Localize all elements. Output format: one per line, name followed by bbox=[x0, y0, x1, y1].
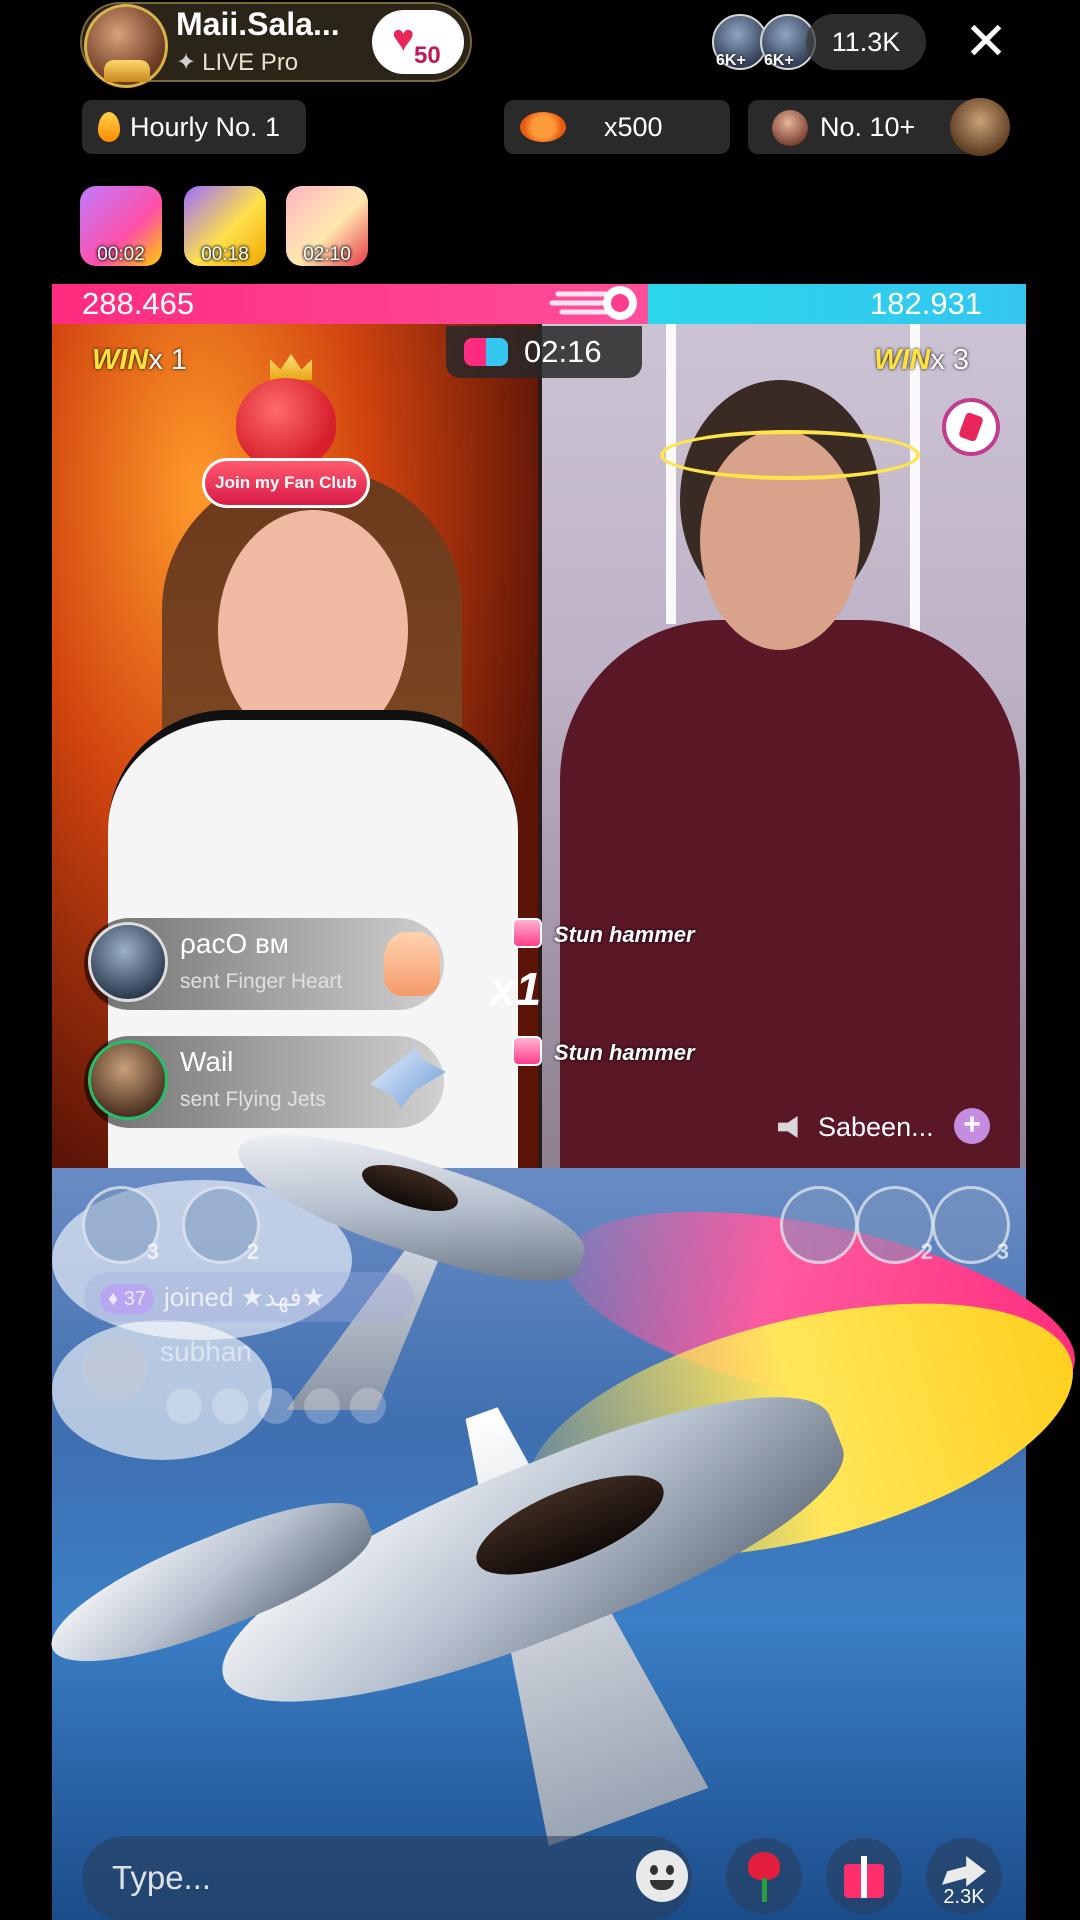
top-gifter-avatar[interactable]: 3 bbox=[82, 1186, 160, 1264]
close-button[interactable]: ✕ bbox=[958, 14, 1014, 70]
emoji-icon[interactable] bbox=[636, 1850, 688, 1902]
gifter-rank: 3 bbox=[996, 1239, 1009, 1264]
join-notification: ♦ 37 joined ★فهد★ bbox=[84, 1272, 414, 1322]
flying-jets-gift-icon bbox=[370, 1048, 446, 1108]
gifter-rank: 2 bbox=[920, 1239, 933, 1264]
gift-box-icon[interactable] bbox=[826, 1838, 902, 1914]
gifter-name: ρacO вм bbox=[180, 928, 289, 959]
fan-level: 50 bbox=[414, 42, 441, 69]
gifter-avatar[interactable] bbox=[88, 1040, 168, 1120]
gift-description: sent Flying Jets bbox=[180, 1088, 326, 1111]
top-gifter-avatar[interactable]: 3 bbox=[932, 1186, 1010, 1264]
dizzy-halo-effect bbox=[660, 430, 920, 480]
commenter-avatar[interactable] bbox=[82, 1336, 148, 1402]
treasure-box[interactable]: 00:18 bbox=[184, 186, 266, 266]
viewer-badge: 6K+ bbox=[764, 52, 794, 69]
commenter-name: subhan bbox=[160, 1336, 252, 1367]
quick-emoji[interactable] bbox=[166, 1388, 202, 1424]
multiplier-chip[interactable]: x500 bbox=[504, 100, 730, 154]
left-win-streak: WINx 1 bbox=[92, 344, 187, 377]
comment-input[interactable]: Type... bbox=[82, 1836, 692, 1920]
joined-text: joined ★فهد★ bbox=[164, 1282, 326, 1312]
quick-emoji[interactable] bbox=[304, 1388, 340, 1424]
viewer-count[interactable]: 11.3K bbox=[806, 14, 926, 70]
diamond-icon: ♦ bbox=[108, 1288, 124, 1311]
gift-notification: Wail sent Flying Jets bbox=[84, 1036, 446, 1128]
stun-hammer-label: Stun hammer bbox=[512, 918, 695, 948]
left-score: 288.465 bbox=[82, 286, 195, 321]
host-frame-wings-icon bbox=[104, 60, 150, 82]
gifter-avatar[interactable] bbox=[88, 922, 168, 1002]
right-score: 182.931 bbox=[870, 286, 983, 321]
user-level: 37 bbox=[123, 1288, 147, 1311]
rank-avatar bbox=[772, 110, 808, 146]
ranking-label: No. 10+ bbox=[820, 112, 916, 142]
top-gifter-avatar[interactable]: 2 bbox=[182, 1186, 260, 1264]
stun-hammer-text: Stun hammer bbox=[554, 1040, 695, 1065]
quick-emoji[interactable] bbox=[258, 1388, 294, 1424]
treasure-timer: 02:10 bbox=[303, 244, 351, 265]
stun-hammer-label: Stun hammer bbox=[512, 1036, 695, 1066]
host-subtitle-label: LIVE Pro bbox=[202, 49, 299, 76]
flame-icon bbox=[98, 112, 120, 142]
heart-icon: ♥ bbox=[392, 18, 415, 60]
join-fan-club-button[interactable]: Join my Fan Club bbox=[202, 458, 370, 508]
gifter-name: Wail bbox=[180, 1046, 234, 1077]
share-count: 2.3K bbox=[943, 1886, 985, 1908]
hammer-icon bbox=[512, 1036, 542, 1066]
ring-light bbox=[666, 324, 676, 624]
fan-club-badge[interactable]: ♥ 50 bbox=[372, 10, 464, 74]
win-label: WIN bbox=[874, 344, 931, 376]
sparkle-icon: ✦ bbox=[176, 49, 197, 76]
win-count: x 1 bbox=[148, 344, 188, 376]
treasure-timer: 00:18 bbox=[201, 244, 249, 265]
score-bolt-icon bbox=[549, 286, 637, 320]
rose-gift-icon[interactable] bbox=[726, 1838, 802, 1914]
gifter-rank: 2 bbox=[246, 1239, 259, 1264]
finger-heart-gift-icon bbox=[384, 932, 440, 996]
hourly-rank-label: Hourly No. 1 bbox=[130, 112, 281, 142]
opponent-shirt bbox=[560, 620, 1020, 1180]
top-gifter-avatar[interactable] bbox=[780, 1186, 858, 1264]
top-gifter-avatar[interactable]: 2 bbox=[856, 1186, 934, 1264]
boost-icon[interactable] bbox=[942, 398, 1000, 456]
muted-speaker-icon bbox=[778, 1116, 798, 1138]
right-win-streak: WINx 3 bbox=[874, 344, 969, 377]
battle-timer-value: 02:16 bbox=[524, 334, 602, 369]
multiplier-label: x500 bbox=[604, 112, 663, 142]
guest-name: Sabeen... bbox=[818, 1112, 934, 1142]
hourly-rank-chip[interactable]: Hourly No. 1 bbox=[82, 100, 306, 154]
gift-notification: ρacO вм sent Finger Heart bbox=[84, 918, 444, 1010]
gift-description: sent Finger Heart bbox=[180, 970, 343, 993]
viewer-badge: 6K+ bbox=[716, 52, 746, 69]
host-name[interactable]: Maii.Sala... bbox=[176, 6, 340, 43]
host-subtitle: ✦ LIVE Pro bbox=[176, 48, 298, 77]
gift-combo-count: x1 bbox=[490, 963, 542, 1015]
treasure-box[interactable]: 00:02 bbox=[80, 186, 162, 266]
treasure-box[interactable]: 02:10 bbox=[286, 186, 368, 266]
stun-hammer-text: Stun hammer bbox=[554, 922, 695, 947]
hammer-icon bbox=[512, 918, 542, 948]
win-count: x 3 bbox=[930, 344, 970, 376]
gifter-rank: 3 bbox=[146, 1239, 159, 1264]
planet-icon bbox=[520, 112, 566, 142]
quick-emoji[interactable] bbox=[350, 1388, 386, 1424]
battle-timer: 02:16 bbox=[446, 326, 642, 378]
battle-vs-icon bbox=[464, 338, 508, 366]
quick-emoji[interactable] bbox=[212, 1388, 248, 1424]
win-label: WIN bbox=[92, 344, 149, 376]
treasure-timer: 00:02 bbox=[97, 244, 145, 265]
user-level-badge: ♦ 37 bbox=[100, 1284, 155, 1315]
fan-club-heart-icon[interactable] bbox=[236, 378, 336, 468]
lion-icon[interactable] bbox=[950, 98, 1010, 156]
follow-guest-button[interactable]: + bbox=[954, 1108, 990, 1144]
